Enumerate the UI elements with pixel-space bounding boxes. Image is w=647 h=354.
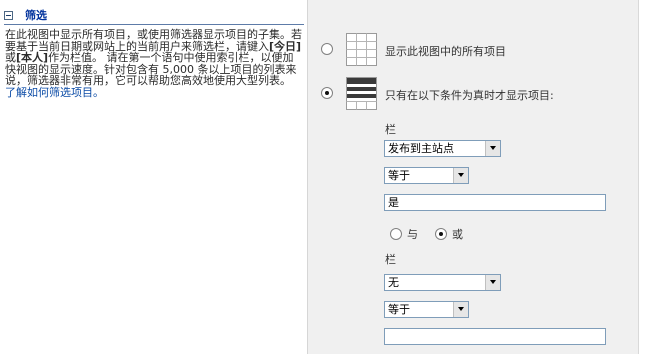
operator-select-1[interactable]: 等于 (384, 167, 469, 184)
column-select-2[interactable]: 无 (384, 274, 501, 291)
value-input-1-text: 是 (388, 196, 399, 209)
learn-filter-link[interactable]: 了解如何筛选项目。 (5, 86, 104, 99)
show-all-label: 显示此视图中的所有项目 (385, 45, 506, 58)
chevron-down-icon[interactable] (453, 302, 468, 317)
logic-radio-group: 与 或 (390, 226, 480, 242)
show-all-radio[interactable] (321, 43, 333, 55)
show-filtered-label: 只有在以下条件为真时才显示项目: (385, 89, 554, 102)
column-label-2: 栏 (385, 253, 396, 266)
column-label-1: 栏 (385, 123, 396, 136)
operator-select-2-value: 等于 (388, 303, 410, 316)
chevron-down-icon[interactable] (485, 275, 500, 290)
or-label: 或 (452, 228, 463, 241)
section-divider (4, 24, 304, 25)
column-select-1-value: 发布到主站点 (388, 142, 454, 155)
column-select-1[interactable]: 发布到主站点 (384, 140, 501, 157)
description-text: 在此视图中显示所有项目，或使用筛选器显示项目的子集。若要基于当前日期或网站上的当… (5, 28, 302, 53)
collapse-minus-icon[interactable] (4, 10, 13, 20)
chevron-down-icon[interactable] (453, 168, 468, 183)
operator-select-1-value: 等于 (388, 169, 410, 182)
description-text-2: 作为栏值。 请在第一个语句中使用索引栏，以便加快视图的显示速度。针对包含有 5,… (5, 51, 297, 87)
section-title: 筛选 (25, 9, 47, 22)
section-header: 筛选 (4, 8, 47, 22)
or-radio[interactable] (435, 228, 447, 240)
table-grid-icon (346, 33, 377, 66)
scrollbar-edge[interactable] (638, 0, 647, 354)
section-description: 在此视图中显示所有项目，或使用筛选器显示项目的子集。若要基于当前日期或网站上的当… (5, 29, 303, 98)
show-filtered-radio[interactable] (321, 87, 333, 99)
value-input-1[interactable]: 是 (384, 194, 606, 211)
column-select-2-value: 无 (388, 276, 399, 289)
operator-select-2[interactable]: 等于 (384, 301, 469, 318)
chevron-down-icon[interactable] (485, 141, 500, 156)
and-label: 与 (407, 228, 418, 241)
filter-description-panel: 筛选 在此视图中显示所有项目，或使用筛选器显示项目的子集。若要基于当前日期或网站… (0, 0, 306, 354)
and-radio[interactable] (390, 228, 402, 240)
filter-options-panel: 显示此视图中的所有项目 只有在以下条件为真时才显示项目: 栏 发布到主站点 等于… (307, 0, 638, 354)
value-input-2[interactable] (384, 328, 606, 345)
table-filter-icon (346, 77, 377, 110)
